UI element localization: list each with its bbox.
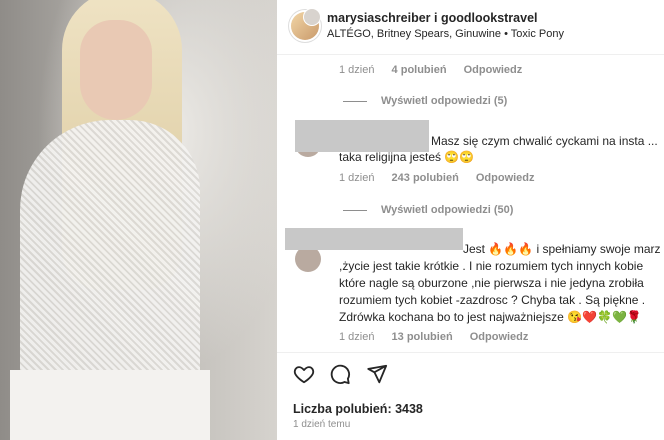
comment-text: Masz się czym chwalić cyckami na insta .… — [431, 134, 658, 148]
reply-button[interactable]: Odpowiedz — [476, 172, 535, 184]
post-header: marysiaschreiber i goodlookstravel ALTÉG… — [277, 0, 664, 55]
comment-meta: 1 dzień 4 polubień Odpowiedz — [339, 64, 536, 76]
post-timestamp[interactable]: 1 dzień temu — [293, 419, 350, 430]
reply-button[interactable]: Odpowiedz — [470, 331, 529, 343]
photo-skirt — [10, 370, 210, 440]
comment-text: ,życie jest takie krótkie . I nie rozumi… — [339, 259, 644, 273]
comment-likes[interactable]: 243 polubień — [392, 172, 459, 184]
action-bar — [277, 352, 664, 393]
post-usernames[interactable]: marysiaschreiber i goodlookstravel — [327, 11, 538, 25]
audio-line[interactable]: ALTÉGO, Britney Spears, Ginuwine • Toxic… — [327, 28, 564, 40]
heart-icon[interactable] — [293, 363, 315, 385]
redacted-username — [295, 120, 429, 152]
comment-meta: 1 dzień 13 polubień Odpowiedz — [339, 331, 542, 343]
comments-panel: marysiaschreiber i goodlookstravel ALTÉG… — [277, 0, 664, 440]
post-photo[interactable] — [0, 0, 277, 440]
comment-age[interactable]: 1 dzień — [339, 331, 374, 343]
comment-icon[interactable] — [329, 363, 351, 385]
divider — [343, 209, 367, 211]
comment-likes[interactable]: 13 polubień — [392, 331, 453, 343]
comment-text: rozumiem tych kobiet -zazdrosc ? Chyba t… — [339, 293, 646, 307]
divider — [343, 100, 367, 102]
comment-meta: 1 dzień 243 polubień Odpowiedz — [339, 172, 549, 184]
comment-age[interactable]: 1 dzień — [339, 64, 374, 76]
comment-text: które nagle są oburzone ,nie pierwsza i … — [339, 276, 644, 290]
comment-age[interactable]: 1 dzień — [339, 172, 374, 184]
redacted-username — [285, 228, 463, 250]
photo-face — [80, 20, 152, 120]
view-replies-label: Wyświetl odpowiedzi (5) — [381, 95, 508, 107]
view-replies-button[interactable]: Wyświetl odpowiedzi (50) — [343, 204, 513, 216]
comment-text: Zdrówka kochana bo to jest najważniejsze… — [339, 310, 642, 324]
view-replies-button[interactable]: Wyświetl odpowiedzi (5) — [343, 95, 507, 107]
comment-text: Jest 🔥🔥🔥 i spełniamy swoje marz — [463, 242, 661, 256]
view-replies-label: Wyświetl odpowiedzi (50) — [381, 204, 514, 216]
comment-likes[interactable]: 4 polubień — [392, 64, 447, 76]
like-count[interactable]: Liczba polubień: 3438 — [293, 402, 423, 416]
collab-avatar[interactable] — [303, 8, 321, 26]
share-icon[interactable] — [366, 363, 388, 385]
comment-text: taka religijna jesteś 🙄🙄 — [339, 150, 475, 164]
reply-button[interactable]: Odpowiedz — [464, 64, 523, 76]
